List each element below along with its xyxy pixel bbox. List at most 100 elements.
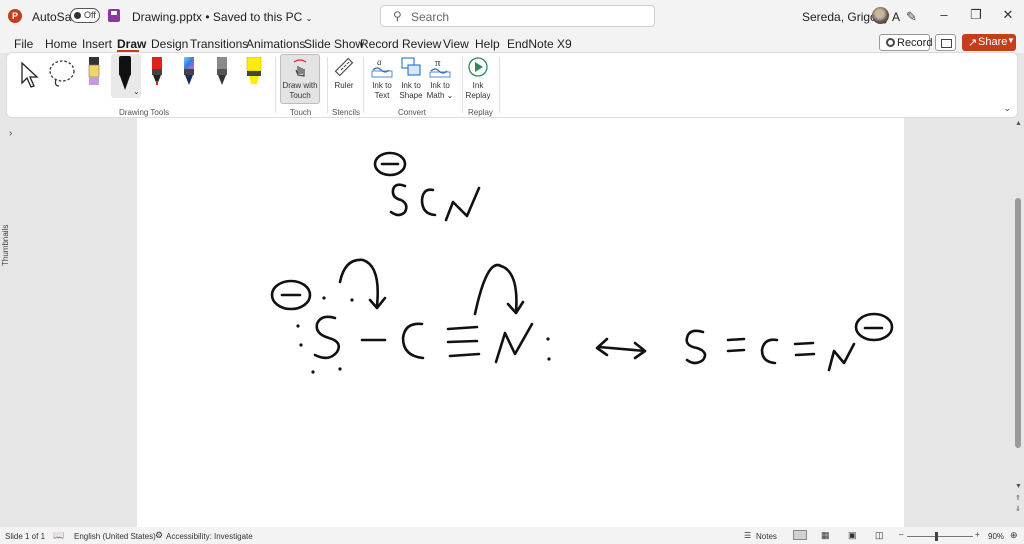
tab-transitions[interactable]: Transitions <box>190 37 248 51</box>
group-separator <box>327 57 328 113</box>
status-bar: Slide 1 of 1 📖 English (United States) ⚙… <box>0 527 1024 544</box>
pen-icon[interactable]: ✎ <box>906 9 917 25</box>
tab-animations[interactable]: Animations <box>246 37 305 51</box>
avatar[interactable] <box>872 7 889 24</box>
zoom-in-icon[interactable]: + <box>975 530 980 539</box>
zoom-out-icon[interactable]: – <box>899 530 903 539</box>
toggle-knob <box>74 12 81 19</box>
save-icon[interactable] <box>108 9 120 22</box>
black-pen-icon[interactable] <box>117 56 133 92</box>
close-icon[interactable]: ✕ <box>998 7 1018 23</box>
previous-slide-icon[interactable]: ⇑ <box>1015 494 1021 502</box>
ink-replay-button[interactable]: Ink Replay <box>463 56 493 101</box>
ink-drawing <box>270 151 894 374</box>
group-label-touch: Touch <box>290 108 312 117</box>
ink-to-text-button[interactable]: a Ink to Text <box>368 56 396 101</box>
ruler-button[interactable]: Ruler <box>329 56 359 91</box>
tab-insert[interactable]: Insert <box>82 37 112 51</box>
collapse-ribbon-icon[interactable]: ⌄ <box>1003 103 1011 114</box>
scroll-thumb[interactable] <box>1015 198 1021 448</box>
tab-design[interactable]: Design <box>151 37 188 51</box>
next-slide-icon[interactable]: ⇓ <box>1015 505 1021 513</box>
ink-to-text-icon: a <box>371 57 393 78</box>
thumbnails-pane: › Thumbnails <box>0 118 26 527</box>
slide-canvas[interactable] <box>137 118 904 527</box>
draw-with-touch-button[interactable]: Draw with Touch <box>280 54 320 104</box>
svg-text:π: π <box>435 57 441 69</box>
group-separator <box>499 57 500 113</box>
tab-slide-show[interactable]: Slide Show <box>304 37 364 51</box>
accessibility-icon: ⚙ <box>155 530 164 540</box>
accessibility-status[interactable]: Accessibility: Investigate <box>166 532 253 541</box>
slide-show-icon[interactable]: ◫ <box>875 530 884 541</box>
resonance-arrow <box>595 337 647 360</box>
share-icon: ↗ <box>968 37 978 49</box>
chevron-down-icon: ▼ <box>1007 36 1015 45</box>
top-formula-scn <box>373 151 481 222</box>
fit-to-window-icon[interactable]: ⊕ <box>1010 530 1018 541</box>
search-placeholder: Search <box>411 10 450 24</box>
tab-draw[interactable]: Draw <box>117 37 146 51</box>
document-title[interactable]: Drawing.pptx • Saved to this PC ⌄ <box>132 10 312 24</box>
ink-to-math-button[interactable]: π Ink to Math ⌄ <box>425 56 455 101</box>
ink-to-math-icon: π <box>429 57 451 78</box>
slide-sorter-icon[interactable]: ▦ <box>821 530 830 541</box>
chevron-down-icon[interactable]: ⌄ <box>133 87 140 96</box>
scroll-down-icon[interactable]: ▼ <box>1015 483 1022 490</box>
reading-view-icon[interactable]: ▣ <box>848 530 857 541</box>
vertical-scrollbar[interactable]: ▲ ▼ ⇑ ⇓ <box>1013 118 1024 527</box>
chevron-down-icon: ⌄ <box>446 91 454 100</box>
zoom-level[interactable]: 90% <box>988 532 1004 541</box>
language-status[interactable]: English (United States) <box>74 532 156 541</box>
spellcheck-book-icon[interactable]: 📖 <box>53 530 64 541</box>
tab-help[interactable]: Help <box>475 37 500 51</box>
tab-file[interactable]: File <box>14 37 33 51</box>
minimize-icon[interactable]: – <box>934 7 954 22</box>
tab-review[interactable]: Review <box>402 37 441 51</box>
expand-thumbnails-icon[interactable]: › <box>9 128 12 139</box>
normal-view-icon[interactable] <box>793 530 807 540</box>
replay-icon <box>468 57 488 77</box>
ruler-icon <box>334 57 354 77</box>
tab-record[interactable]: Record <box>360 37 399 51</box>
svg-text:a: a <box>377 57 382 67</box>
share-button[interactable]: ↗ Share ▼ <box>962 34 1016 51</box>
red-pen-icon[interactable] <box>149 57 165 87</box>
record-button[interactable]: Record <box>879 34 932 51</box>
galaxy-pen-icon[interactable] <box>181 57 197 87</box>
resonance-structure-left <box>270 258 534 364</box>
zoom-slider-thumb[interactable] <box>935 532 938 541</box>
restore-icon[interactable]: ❐ <box>966 7 986 23</box>
record-icon <box>886 38 895 47</box>
search-icon: ⚲ <box>393 9 402 23</box>
ink-to-shape-icon <box>401 57 421 76</box>
notes-icon: ☰ <box>744 531 752 540</box>
tab-view[interactable]: View <box>443 37 469 51</box>
resonance-structure-right <box>685 312 894 372</box>
group-separator <box>275 57 276 113</box>
touch-hand-icon <box>293 59 307 77</box>
notes-button[interactable]: Notes <box>756 532 777 541</box>
thumbnails-label[interactable]: Thumbnails <box>1 225 10 266</box>
ribbon: ⌄ Drawing Tools Draw with Touch Touch Ru… <box>6 52 1018 118</box>
lasso-select-icon[interactable] <box>47 59 79 89</box>
zoom-slider[interactable] <box>907 536 973 537</box>
scroll-up-icon[interactable]: ▲ <box>1015 120 1022 127</box>
title-bar: P AutoSave Off Drawing.pptx • Saved to t… <box>0 0 1024 32</box>
menu-bar: File Home Insert Draw Design Transitions… <box>0 32 1024 53</box>
comments-button[interactable] <box>935 34 956 51</box>
autosave-state: Off <box>84 10 96 20</box>
search-input[interactable]: ⚲ Search <box>380 5 655 27</box>
powerpoint-app-icon[interactable]: P <box>8 9 22 23</box>
group-separator <box>363 57 364 113</box>
group-label-drawing-tools: Drawing Tools <box>119 108 170 117</box>
pencil-highlighter-icon[interactable] <box>86 57 102 89</box>
group-label-convert: Convert <box>398 108 427 117</box>
tab-home[interactable]: Home <box>45 37 77 51</box>
tab-endnote[interactable]: EndNote X9 <box>507 37 572 51</box>
gray-pen-icon[interactable] <box>214 57 230 87</box>
select-arrow-icon[interactable] <box>19 61 41 89</box>
ink-to-shape-button[interactable]: Ink to Shape <box>397 56 425 101</box>
yellow-highlighter-icon[interactable] <box>245 57 263 87</box>
autosave-toggle[interactable]: Off <box>70 8 100 23</box>
